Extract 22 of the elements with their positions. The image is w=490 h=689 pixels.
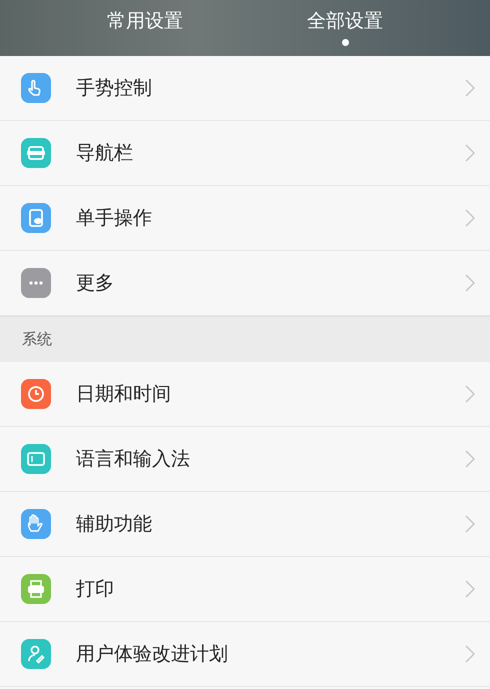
tab[interactable]: 全部设置 (245, 0, 445, 56)
chevron-right-icon (464, 384, 476, 404)
chevron-right-icon (464, 514, 476, 534)
section-title: 系统 (22, 330, 52, 349)
row-label: 导航栏 (76, 141, 134, 166)
chevron-right-icon (464, 143, 476, 163)
row-label: 更多 (76, 271, 115, 296)
row-label: 日期和时间 (76, 382, 172, 407)
row-label: 手势控制 (76, 76, 153, 101)
row-label: 用户体验改进计划 (76, 642, 229, 667)
row-label: 辅助功能 (76, 512, 153, 537)
chevron-right-icon (464, 208, 476, 228)
row-label: 打印 (76, 577, 115, 602)
chevron-right-icon (464, 579, 476, 599)
chevron-right-icon (464, 273, 476, 293)
row-label: 单手操作 (76, 206, 153, 231)
row-label: 语言和输入法 (76, 447, 191, 472)
selected-dot-icon (342, 39, 348, 46)
chevron-right-icon (464, 449, 476, 469)
chevron-right-icon (464, 78, 476, 98)
tab[interactable]: 常用设置 (45, 0, 245, 56)
chevron-right-icon (464, 644, 476, 664)
